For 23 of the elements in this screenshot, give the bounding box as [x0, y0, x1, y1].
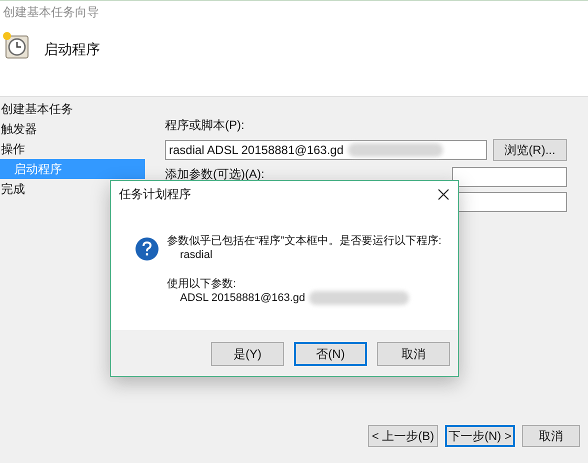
window-title: 创建基本任务向导 — [3, 4, 99, 20]
dialog-button[interactable]: 取消 — [377, 342, 450, 366]
wizard-step[interactable]: 创建基本任务 — [0, 99, 145, 119]
wizard-step[interactable]: 操作 — [0, 139, 145, 159]
dialog-title: 任务计划程序 — [119, 186, 191, 202]
close-icon[interactable] — [438, 188, 449, 200]
wizard-button[interactable]: 取消 — [522, 425, 580, 447]
wizard-button[interactable]: < 上一步(B) — [368, 425, 438, 447]
page-heading: 启动程序 — [44, 41, 100, 59]
browse-button[interactable]: 浏览(R)... — [493, 139, 567, 161]
program-name: rasdial — [179, 248, 214, 262]
program-field[interactable]: rasdial ADSL 20158881@163.gd — [165, 140, 487, 160]
arguments-caption: 使用以下参数: — [167, 277, 238, 291]
wizard-button[interactable]: 下一步(N) > — [445, 425, 515, 447]
arguments-field[interactable] — [452, 167, 567, 187]
question-icon — [135, 237, 159, 261]
arguments-label: 添加参数(可选)(A): — [165, 168, 264, 181]
wizard-step[interactable]: 触发器 — [0, 119, 145, 139]
program-label: 程序或脚本(P): — [165, 117, 246, 134]
arguments-text: ADSL 20158881@163.gd — [180, 291, 306, 305]
dialog-button[interactable]: 是(Y) — [211, 342, 284, 366]
dialog-button[interactable]: 否(N) — [294, 342, 367, 366]
dialog-message: 参数似乎已包括在“程序”文本框中。是否要运行以下程序: — [167, 234, 442, 248]
